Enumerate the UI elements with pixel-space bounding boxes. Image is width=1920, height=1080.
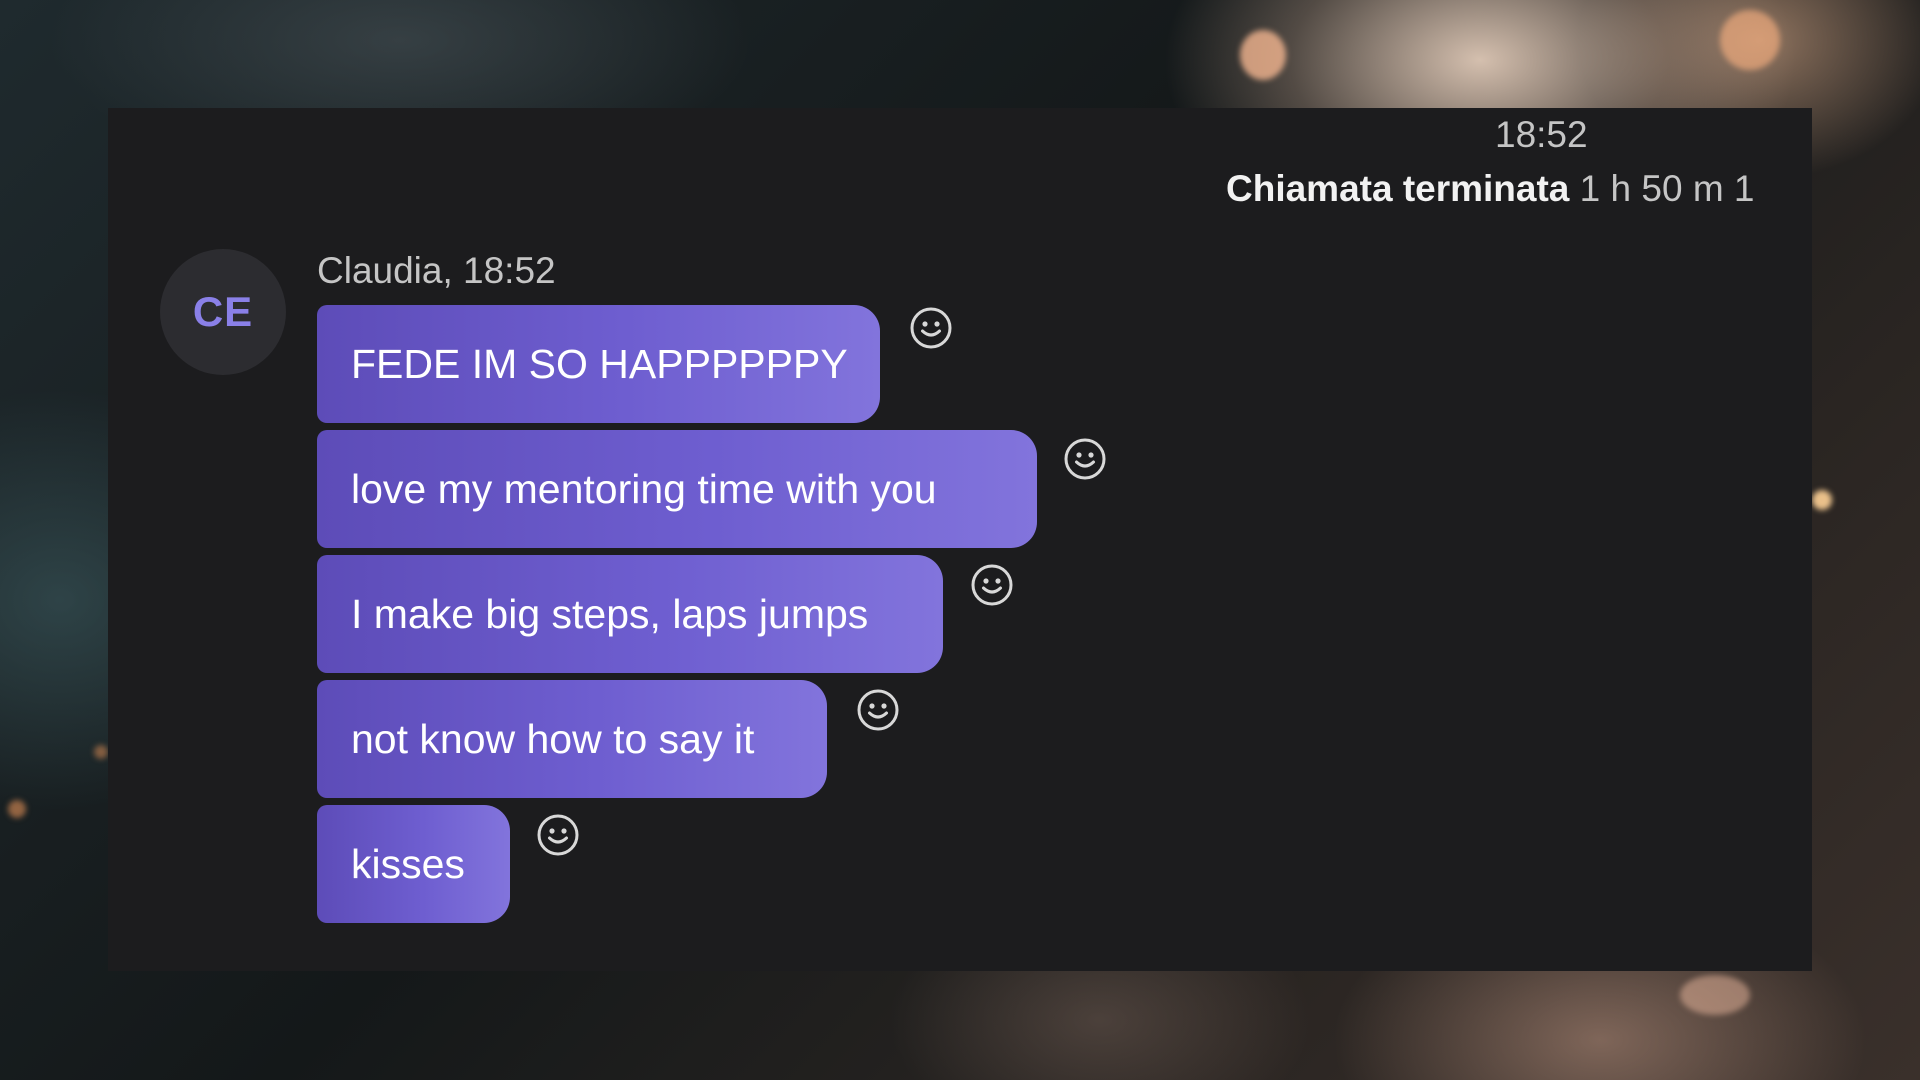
smiley-icon[interactable]: [970, 563, 1014, 607]
message-bubble[interactable]: not know how to say it: [317, 680, 827, 798]
background-bokeh: [94, 745, 108, 759]
sender-name-time: Claudia, 18:52: [317, 250, 556, 291]
background-bokeh: [1680, 975, 1750, 1015]
avatar-initials: CE: [192, 288, 254, 335]
message-text: love my mentoring time with you: [351, 465, 937, 512]
call-duration: 1 h 50 m 1: [1579, 168, 1755, 209]
message-text: not know how to say it: [351, 715, 755, 762]
message-bubble[interactable]: love my mentoring time with you: [317, 430, 1037, 548]
smiley-icon[interactable]: [909, 306, 953, 350]
smiley-icon[interactable]: [856, 688, 900, 732]
message-bubble[interactable]: I make big steps, laps jumps: [317, 555, 943, 673]
message-text: I make big steps, laps jumps: [351, 590, 869, 637]
smiley-icon[interactable]: [1063, 437, 1107, 481]
call-timestamp: 18:52: [1495, 114, 1588, 155]
background-bokeh: [1812, 490, 1832, 510]
background-bokeh: [1240, 30, 1286, 80]
message-bubble[interactable]: kisses: [317, 805, 510, 923]
call-ended-label: Chiamata terminata: [1226, 168, 1570, 209]
call-ended-notice: Chiamata terminata 1 h 50 m 1: [1226, 168, 1755, 210]
background-bokeh: [8, 800, 26, 818]
message-bubble[interactable]: FEDE IM SO HAPPPPPPY: [317, 305, 880, 423]
message-text: FEDE IM SO HAPPPPPPY: [351, 340, 848, 387]
chat-window: 18:52 Chiamata terminata 1 h 50 m 1 CE C…: [108, 108, 1812, 971]
message-text: kisses: [351, 840, 465, 887]
background-bokeh: [1720, 10, 1780, 70]
avatar[interactable]: CE: [160, 249, 286, 375]
smiley-icon[interactable]: [536, 813, 580, 857]
